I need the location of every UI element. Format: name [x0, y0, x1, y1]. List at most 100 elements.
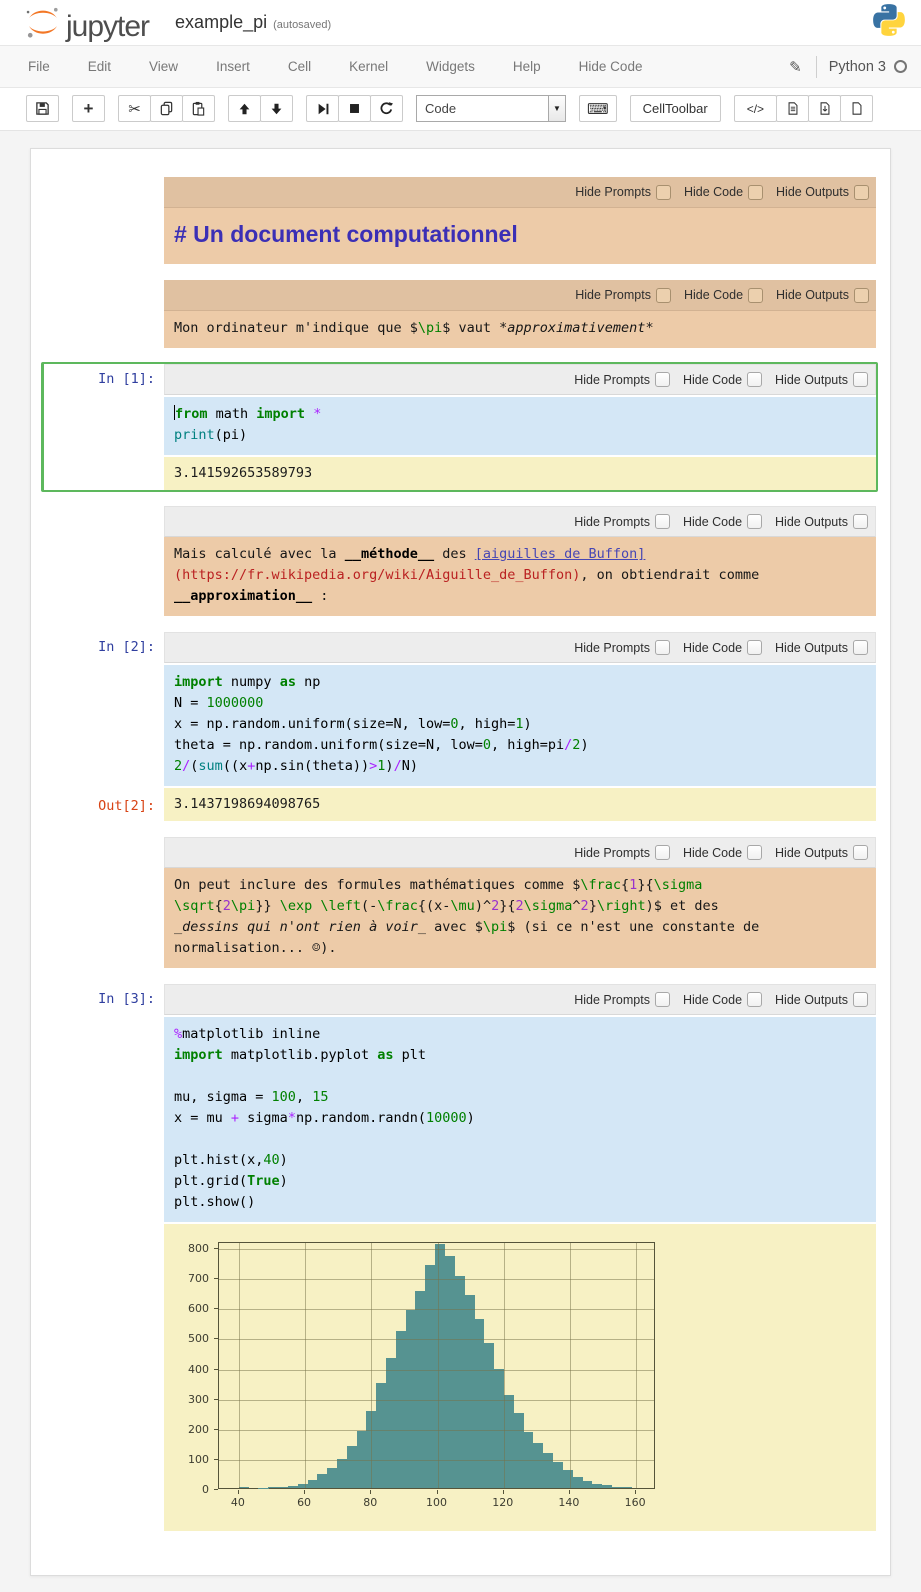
hist-bar	[278, 1487, 288, 1488]
cell-type-select[interactable]: Code ▼	[416, 95, 566, 122]
code-source[interactable]: import numpy as npN = 1000000x = np.rand…	[164, 665, 876, 786]
gridline-y	[219, 1370, 654, 1371]
y-tick-mark	[214, 1369, 218, 1370]
hide-outputs-checkbox[interactable]	[854, 185, 869, 200]
edit-mode-pencil-icon: ✎	[789, 58, 802, 76]
celltoolbar-button[interactable]: CellToolbar	[630, 95, 721, 122]
hist-bar	[494, 1369, 504, 1488]
markdown-source[interactable]: Mais calculé avec la __méthode__ des [ai…	[164, 537, 876, 616]
export-pdf-button[interactable]	[808, 95, 841, 122]
menu-item-help[interactable]: Help	[513, 59, 541, 74]
y-tick-label: 800	[170, 1242, 209, 1255]
histogram-figure: 0100200300400500600700800406080100120140…	[170, 1236, 730, 1517]
arrow-up-icon	[238, 102, 251, 116]
hide-code-checkbox[interactable]	[747, 372, 762, 387]
interrupt-kernel-button[interactable]	[338, 95, 371, 122]
move-cell-up-button[interactable]	[228, 95, 261, 122]
markdown-intro-cell[interactable]: Hide PromptsHide CodeHide OutputsMon ord…	[41, 278, 878, 350]
hide-prompts-checkbox[interactable]	[655, 640, 670, 655]
run-cell-button[interactable]	[306, 95, 339, 122]
output-text: 3.141592653589793	[164, 457, 876, 490]
x-tick-mark	[635, 1490, 636, 1494]
menu-item-insert[interactable]: Insert	[216, 59, 250, 74]
paste-icon	[191, 101, 206, 116]
y-tick-mark	[214, 1399, 218, 1400]
jupyter-logo[interactable]: jupyter	[24, 4, 149, 42]
hide-code-checkbox[interactable]	[747, 514, 762, 529]
header: jupyter example_pi (autosaved)	[0, 0, 921, 46]
hide-prompts-label: Hide Prompts	[574, 993, 650, 1007]
markdown-source[interactable]: Mon ordinateur m'indique que $\pi$ vaut …	[164, 311, 876, 348]
hide-prompts-checkbox[interactable]	[656, 185, 671, 200]
paste-cell-button[interactable]	[182, 95, 215, 122]
menu-item-file[interactable]: File	[28, 59, 50, 74]
hide-prompts-checkbox[interactable]	[655, 372, 670, 387]
code-source[interactable]: from math import *print(pi)	[164, 397, 876, 455]
hide-prompts-label: Hide Prompts	[575, 185, 651, 199]
menu-item-edit[interactable]: Edit	[88, 59, 111, 74]
markdown-buffon-cell[interactable]: Hide PromptsHide CodeHide OutputsMais ca…	[41, 504, 878, 618]
y-tick-label: 600	[170, 1302, 209, 1315]
markdown-source[interactable]: On peut inclure des formules mathématiqu…	[164, 868, 876, 968]
hist-bar	[504, 1395, 514, 1488]
hide-outputs-checkbox[interactable]	[854, 288, 869, 303]
input-prompt: In [2]:	[44, 632, 155, 655]
hide-code-checkbox[interactable]	[748, 185, 763, 200]
save-button[interactable]	[26, 95, 59, 122]
copy-cell-button[interactable]	[150, 95, 183, 122]
hide-code-checkbox[interactable]	[748, 288, 763, 303]
menu-item-kernel[interactable]: Kernel	[349, 59, 388, 74]
y-tick-label: 0	[170, 1483, 209, 1496]
restart-kernel-button[interactable]	[370, 95, 403, 122]
cell-body: Hide PromptsHide CodeHide Outputs# Un do…	[164, 177, 876, 264]
hide-outputs-checkbox[interactable]	[853, 845, 868, 860]
markdown-formula-cell[interactable]: Hide PromptsHide CodeHide OutputsOn peut…	[41, 835, 878, 970]
hide-code-checkbox[interactable]	[747, 992, 762, 1007]
hide-outputs-label: Hide Outputs	[775, 846, 848, 860]
hist-bar	[484, 1343, 494, 1488]
move-cell-down-button[interactable]	[260, 95, 293, 122]
menu-item-widgets[interactable]: Widgets	[426, 59, 475, 74]
add-cell-button[interactable]: +	[72, 95, 105, 122]
x-tick-mark	[437, 1490, 438, 1494]
export-doc-button[interactable]	[776, 95, 809, 122]
markdown-source[interactable]: # Un document computationnel	[164, 208, 876, 264]
x-tick-label: 60	[290, 1496, 318, 1509]
hide-prompts-checkbox[interactable]	[656, 288, 671, 303]
scissors-icon: ✂	[128, 100, 141, 118]
code-cell-in3[interactable]: In [3]:Hide PromptsHide CodeHide Outputs…	[41, 982, 878, 1533]
menu-item-cell[interactable]: Cell	[288, 59, 311, 74]
hist-bar	[415, 1291, 425, 1488]
menu-item-view[interactable]: View	[149, 59, 178, 74]
menu-right: ✎ Python 3	[789, 56, 907, 78]
new-doc-button[interactable]	[840, 95, 873, 122]
jupyter-wordmark: jupyter	[66, 12, 149, 42]
cut-cell-button[interactable]: ✂	[118, 95, 151, 122]
hide-code-checkbox[interactable]	[747, 845, 762, 860]
cell-body: Hide PromptsHide CodeHide Outputsimport …	[164, 632, 876, 821]
code-source[interactable]: %matplotlib inlineimport matplotlib.pypl…	[164, 1017, 876, 1222]
code-cell-in1[interactable]: In [1]:Hide PromptsHide CodeHide Outputs…	[41, 362, 878, 492]
code-cell-in2[interactable]: In [2]:Out[2]:Hide PromptsHide CodeHide …	[41, 630, 878, 823]
prompt-gutter	[44, 506, 164, 616]
hist-bar	[396, 1331, 406, 1488]
histogram-output: 0100200300400500600700800406080100120140…	[164, 1224, 876, 1531]
markdown-title-cell[interactable]: Hide PromptsHide CodeHide Outputs# Un do…	[41, 175, 878, 266]
hist-bar	[602, 1485, 612, 1488]
menu-item-hide-code[interactable]: Hide Code	[579, 59, 643, 74]
hide-outputs-checkbox[interactable]	[853, 372, 868, 387]
hide-outputs-checkbox[interactable]	[853, 992, 868, 1007]
notebook-area: Hide PromptsHide CodeHide Outputs # Un do…	[0, 131, 921, 1592]
hide-code-checkbox[interactable]	[747, 640, 762, 655]
x-tick-label: 40	[224, 1496, 252, 1509]
command-palette-button[interactable]: ⌨	[579, 95, 617, 122]
hide-outputs-checkbox[interactable]	[853, 640, 868, 655]
hide-prompts-checkbox[interactable]	[655, 992, 670, 1007]
notebook-title[interactable]: example_pi	[175, 12, 267, 33]
cell-toolbar: Hide PromptsHide CodeHide Outputs	[164, 280, 876, 311]
hide-prompts-checkbox[interactable]	[655, 845, 670, 860]
hist-bar	[621, 1487, 631, 1488]
code-view-button[interactable]: </>	[734, 95, 777, 122]
hide-outputs-checkbox[interactable]	[853, 514, 868, 529]
hide-prompts-checkbox[interactable]	[655, 514, 670, 529]
